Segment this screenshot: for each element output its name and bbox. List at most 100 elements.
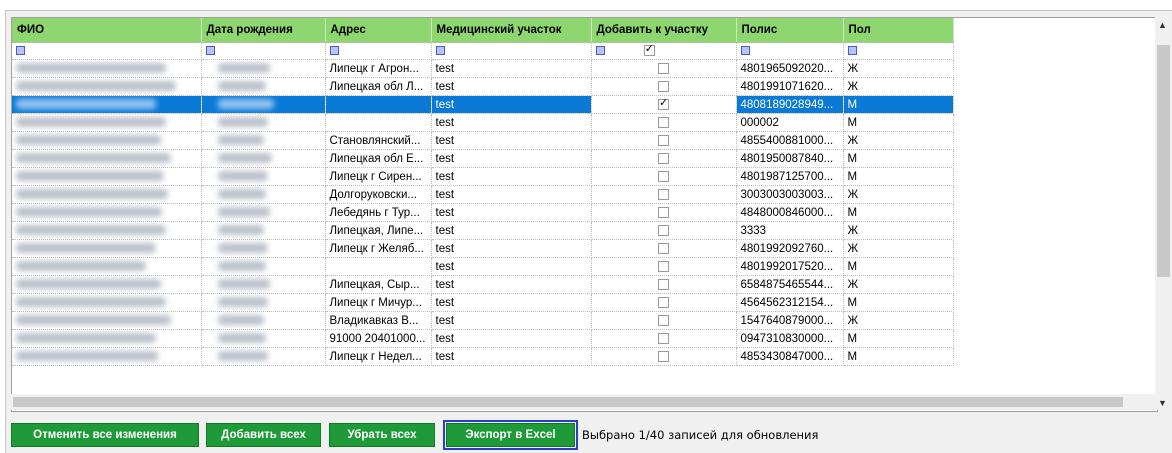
- cell-sex[interactable]: Ж: [843, 59, 954, 78]
- cell-birthdate[interactable]: [201, 347, 326, 366]
- column-header-sex[interactable]: Пол: [843, 18, 954, 43]
- cell-address[interactable]: 91000 20401000...: [325, 329, 432, 348]
- add-all-button[interactable]: Добавить всех: [206, 423, 321, 447]
- table-row[interactable]: Липецкая, Сыр... test 6584875465544... Ж: [12, 275, 954, 294]
- cell-add-to-area[interactable]: [591, 221, 737, 240]
- cell-address[interactable]: Липецкая обл Е...: [325, 149, 432, 168]
- cell-sex[interactable]: М: [843, 257, 954, 276]
- column-header-address[interactable]: Адрес: [325, 18, 432, 43]
- cell-sex[interactable]: М: [843, 95, 954, 114]
- column-header-fio[interactable]: ФИО: [12, 18, 202, 43]
- cell-policy[interactable]: 000002: [736, 113, 844, 132]
- cell-fio[interactable]: [12, 329, 202, 348]
- cell-sex[interactable]: Ж: [843, 311, 954, 330]
- cell-add-to-area[interactable]: [591, 149, 737, 168]
- cell-address[interactable]: [325, 113, 432, 132]
- cell-sex[interactable]: М: [843, 347, 954, 366]
- cell-med-area[interactable]: test: [431, 59, 592, 78]
- add-to-area-checkbox[interactable]: [658, 62, 669, 74]
- add-to-area-checkbox[interactable]: [658, 206, 669, 218]
- filter-birthdate[interactable]: [205, 46, 215, 56]
- table-row[interactable]: Липецк г Сирен... test 4801987125700... М: [12, 167, 954, 186]
- table-row[interactable]: Липецк г Мичур... test 4564562312154... М: [12, 293, 954, 312]
- scroll-thumb[interactable]: [1157, 45, 1170, 277]
- cell-add-to-area[interactable]: [591, 293, 737, 312]
- cell-med-area[interactable]: test: [431, 221, 592, 240]
- cell-policy[interactable]: 3333: [736, 221, 844, 240]
- cell-sex[interactable]: М: [843, 149, 954, 168]
- add-to-area-checkbox[interactable]: [658, 278, 669, 290]
- filter-add-to-area-checkbox[interactable]: [643, 43, 655, 57]
- cell-fio[interactable]: [12, 185, 202, 204]
- table-row[interactable]: Липецк г Агрон... test 4801965092020... Ж: [12, 59, 954, 78]
- add-to-area-checkbox[interactable]: [658, 170, 669, 182]
- filter-address[interactable]: [329, 46, 339, 56]
- cell-policy[interactable]: 3003003003003...: [736, 185, 844, 204]
- table-row[interactable]: test 4808189028949...М: [12, 95, 954, 114]
- cell-birthdate[interactable]: [201, 167, 326, 186]
- cell-add-to-area[interactable]: [591, 311, 737, 330]
- cell-fio[interactable]: [12, 95, 202, 114]
- cell-policy[interactable]: 4801992092760...: [736, 239, 844, 258]
- cell-fio[interactable]: [12, 131, 202, 150]
- horizontal-scrollbar[interactable]: [11, 394, 1156, 410]
- cell-fio[interactable]: [12, 239, 202, 258]
- cell-birthdate[interactable]: [201, 59, 326, 78]
- add-to-area-checkbox[interactable]: [658, 80, 669, 92]
- cell-policy[interactable]: 4801987125700...: [736, 167, 844, 186]
- table-row[interactable]: Липецк г Желяб... test 4801992092760... Ж: [12, 239, 954, 258]
- cell-birthdate[interactable]: [201, 329, 326, 348]
- cell-med-area[interactable]: test: [431, 77, 592, 96]
- cell-fio[interactable]: [12, 113, 202, 132]
- table-row[interactable]: Долгоруковски... test 3003003003003... Ж: [12, 185, 954, 204]
- cell-birthdate[interactable]: [201, 311, 326, 330]
- table-row[interactable]: Липецкая обл Е... test 4801950087840... М: [12, 149, 954, 168]
- cell-birthdate[interactable]: [201, 239, 326, 258]
- cell-add-to-area[interactable]: [591, 167, 737, 186]
- cell-add-to-area[interactable]: [591, 113, 737, 132]
- cell-fio[interactable]: [12, 203, 202, 222]
- cell-birthdate[interactable]: [201, 149, 326, 168]
- cell-address[interactable]: Липецк г Сирен...: [325, 167, 432, 186]
- cell-sex[interactable]: М: [843, 203, 954, 222]
- cell-birthdate[interactable]: [201, 131, 326, 150]
- cell-birthdate[interactable]: [201, 203, 326, 222]
- cell-birthdate[interactable]: [201, 293, 326, 312]
- filter-policy[interactable]: [740, 46, 750, 56]
- cell-add-to-area[interactable]: [591, 131, 737, 150]
- vertical-scrollbar[interactable]: ▲ ▼: [1155, 17, 1172, 410]
- add-to-area-checkbox[interactable]: [658, 296, 669, 308]
- table-row[interactable]: Владикавказ В... test 1547640879000... Ж: [12, 311, 954, 330]
- cell-address[interactable]: Становлянский...: [325, 131, 432, 150]
- table-row[interactable]: Липецк г Недел... test 4853430847000... М: [12, 347, 954, 366]
- filter-add-to-area[interactable]: [595, 46, 605, 56]
- cell-sex[interactable]: Ж: [843, 221, 954, 240]
- cell-address[interactable]: Липецк г Мичур...: [325, 293, 432, 312]
- cell-address[interactable]: Липецк г Желяб...: [325, 239, 432, 258]
- cell-sex[interactable]: М: [843, 329, 954, 348]
- cell-sex[interactable]: М: [843, 167, 954, 186]
- add-to-area-checkbox[interactable]: [658, 188, 669, 200]
- column-header-birthdate[interactable]: Дата рождения: [201, 18, 326, 43]
- cell-address[interactable]: [325, 257, 432, 276]
- add-to-area-checkbox[interactable]: [658, 332, 669, 344]
- add-to-area-checkbox[interactable]: [658, 350, 669, 362]
- cell-add-to-area[interactable]: [591, 257, 737, 276]
- cell-med-area[interactable]: test: [431, 347, 592, 366]
- cell-birthdate[interactable]: [201, 113, 326, 132]
- cell-add-to-area[interactable]: [591, 95, 737, 114]
- cell-fio[interactable]: [12, 293, 202, 312]
- cell-add-to-area[interactable]: [591, 347, 737, 366]
- cell-policy[interactable]: 0947310830000...: [736, 329, 844, 348]
- cell-policy[interactable]: 4855400881000...: [736, 131, 844, 150]
- export-excel-button[interactable]: Экспорт в Excel: [443, 420, 578, 450]
- cell-fio[interactable]: [12, 167, 202, 186]
- cell-policy[interactable]: 4801965092020...: [736, 59, 844, 78]
- cell-sex[interactable]: М: [843, 293, 954, 312]
- cell-policy[interactable]: 4801950087840...: [736, 149, 844, 168]
- column-header-add-to-area[interactable]: Добавить к участку: [591, 18, 737, 43]
- cell-fio[interactable]: [12, 347, 202, 366]
- cell-policy[interactable]: 4801992017520...: [736, 257, 844, 276]
- cell-policy[interactable]: 4853430847000...: [736, 347, 844, 366]
- cell-add-to-area[interactable]: [591, 59, 737, 78]
